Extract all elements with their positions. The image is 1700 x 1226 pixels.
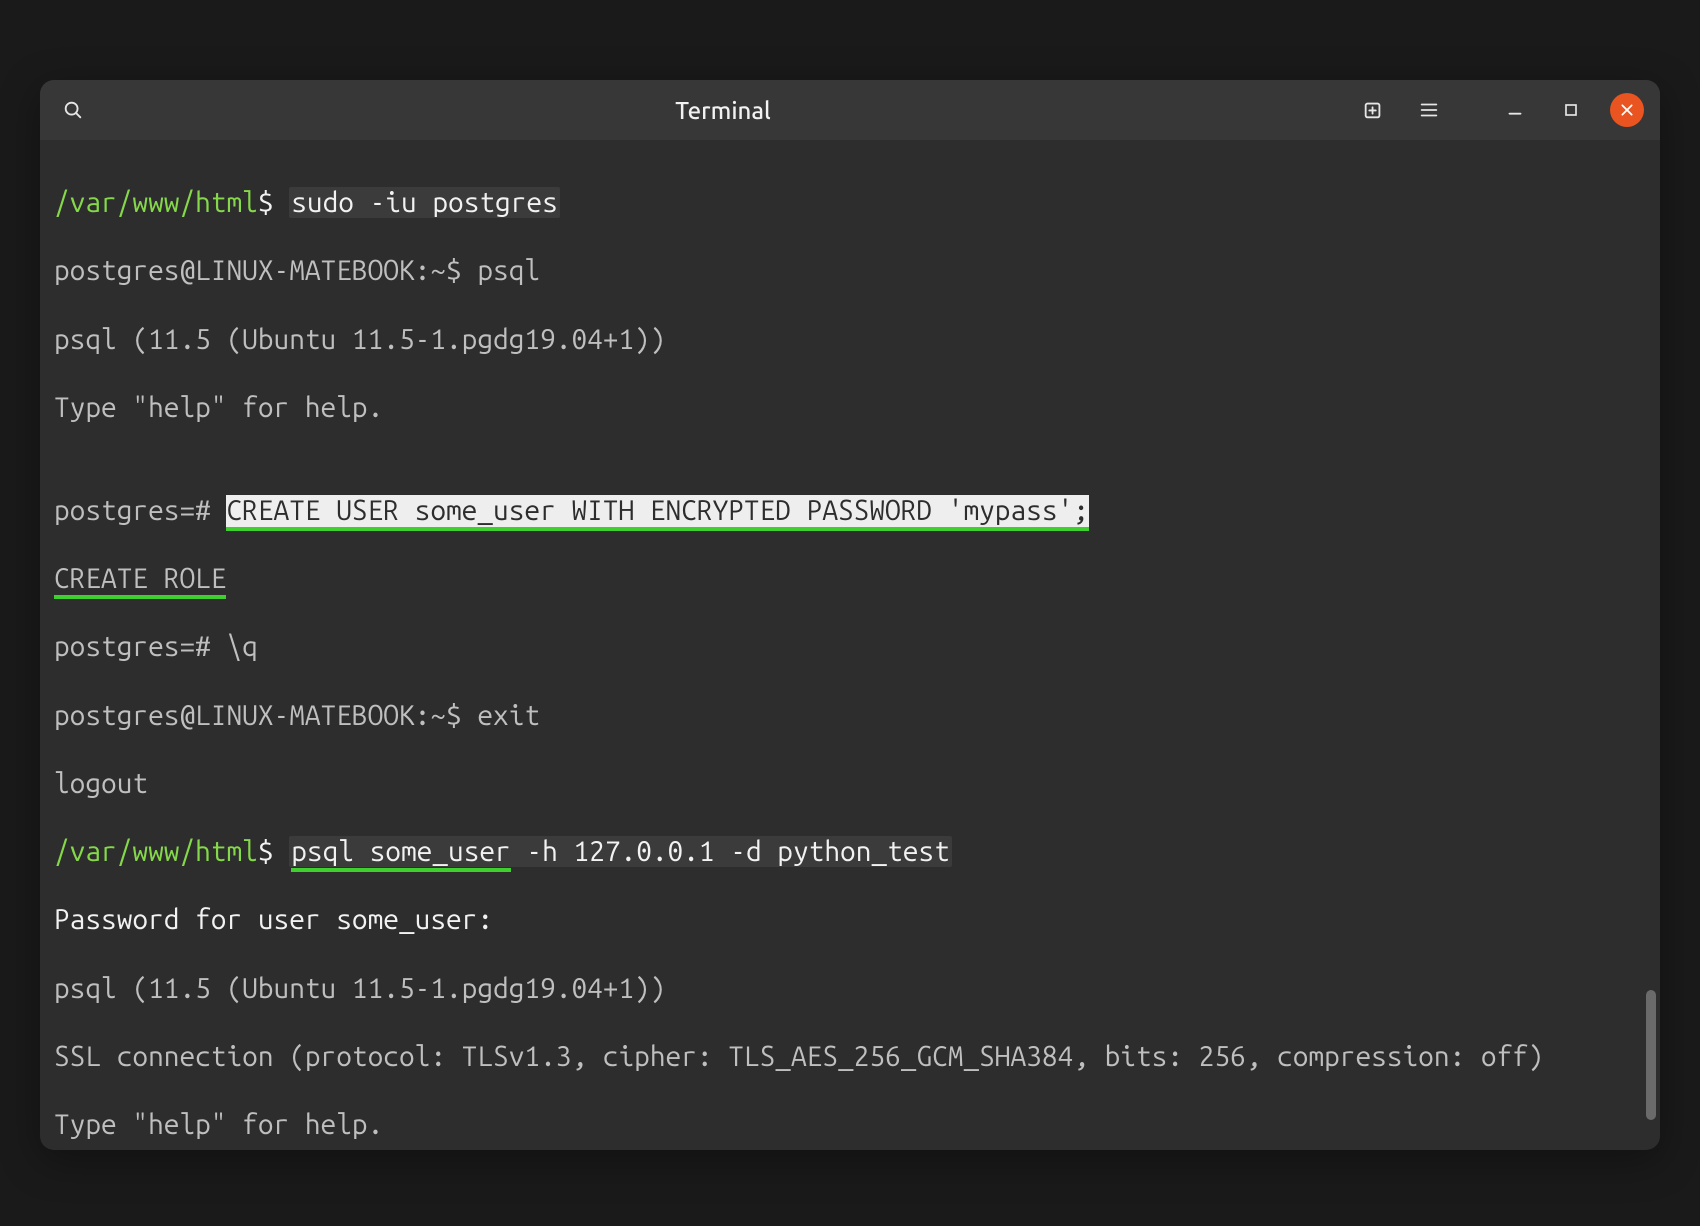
terminal-line: logout	[54, 767, 1646, 801]
terminal-line: psql (11.5 (Ubuntu 11.5-1.pgdg19.04+1))	[54, 323, 1646, 357]
titlebar: Terminal	[40, 80, 1660, 140]
command-text: psql some_user -h 127.0.0.1 -d python_te…	[289, 836, 952, 867]
terminal-line: /var/www/html$ psql some_user -h 127.0.0…	[54, 835, 1646, 869]
minimize-button[interactable]	[1498, 93, 1532, 127]
terminal-line: /var/www/html$ sudo -iu postgres	[54, 186, 1646, 220]
terminal-output[interactable]: /var/www/html$ sudo -iu postgres postgre…	[40, 140, 1660, 1150]
scrollbar-thumb[interactable]	[1646, 990, 1656, 1120]
terminal-line: postgres=# \q	[54, 630, 1646, 664]
terminal-line: CREATE ROLE	[54, 562, 1646, 596]
terminal-line: Type "help" for help.	[54, 391, 1646, 425]
terminal-line: postgres=# CREATE USER some_user WITH EN…	[54, 494, 1646, 528]
command-text: sudo -iu postgres	[289, 187, 560, 218]
maximize-button[interactable]	[1554, 93, 1588, 127]
prompt-dollar: $	[258, 187, 289, 218]
terminal-line: postgres@LINUX-MATEBOOK:~$ psql	[54, 254, 1646, 288]
window-title: Terminal	[90, 97, 1356, 124]
prompt-dollar: $	[258, 836, 289, 867]
terminal-window: Terminal	[40, 80, 1660, 1150]
new-tab-icon[interactable]	[1356, 93, 1390, 127]
terminal-line: psql (11.5 (Ubuntu 11.5-1.pgdg19.04+1))	[54, 972, 1646, 1006]
terminal-line: Password for user some_user:	[54, 903, 1646, 937]
close-button[interactable]	[1610, 93, 1644, 127]
terminal-line: SSL connection (protocol: TLSv1.3, ciphe…	[54, 1040, 1646, 1074]
sql-response: CREATE ROLE	[54, 563, 226, 599]
prompt-cwd: /var/www/html	[54, 187, 258, 218]
hamburger-menu-icon[interactable]	[1412, 93, 1446, 127]
selected-sql: CREATE USER some_user WITH ENCRYPTED PAS…	[226, 495, 1088, 531]
psql-prompt: postgres=#	[54, 495, 226, 526]
terminal-line: postgres@LINUX-MATEBOOK:~$ exit	[54, 699, 1646, 733]
prompt-cwd: /var/www/html	[54, 836, 258, 867]
terminal-line: Type "help" for help.	[54, 1108, 1646, 1142]
search-icon[interactable]	[56, 93, 90, 127]
